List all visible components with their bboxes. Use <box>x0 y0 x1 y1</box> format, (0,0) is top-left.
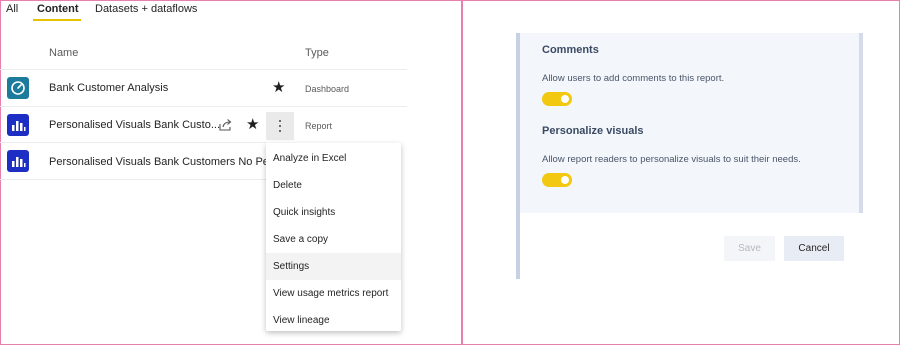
row-separator <box>0 69 407 70</box>
panel-divider <box>461 0 463 345</box>
favorite-star-icon[interactable]: ★ <box>246 117 259 132</box>
comments-description: Allow users to add comments to this repo… <box>542 73 725 84</box>
report-bar-chart-icon <box>7 150 29 172</box>
more-options-icon <box>279 120 281 132</box>
row-type: Dashboard <box>305 84 350 94</box>
settings-card-edge <box>859 33 863 213</box>
column-header-name[interactable]: Name <box>49 47 78 59</box>
comments-heading: Comments <box>542 44 599 56</box>
personalize-visuals-toggle[interactable] <box>542 173 572 187</box>
tab-datasets-dataflows[interactable]: Datasets + dataflows <box>95 3 197 15</box>
more-options-button[interactable] <box>266 112 294 140</box>
menu-item-view-lineage[interactable]: View lineage <box>266 307 401 334</box>
row-separator <box>0 179 266 180</box>
menu-item-settings[interactable]: Settings <box>266 253 401 280</box>
tab-content[interactable]: Content <box>37 3 79 15</box>
menu-item-delete[interactable]: Delete <box>266 172 401 199</box>
cancel-button[interactable]: Cancel <box>784 236 844 261</box>
column-header-type[interactable]: Type <box>305 47 329 59</box>
report-bar-chart-icon <box>7 114 29 136</box>
menu-item-view-usage-metrics-report[interactable]: View usage metrics report <box>266 280 401 307</box>
save-button[interactable]: Save <box>724 236 775 261</box>
comments-toggle[interactable] <box>542 92 572 106</box>
row-name-personalised-visuals-no-perspective[interactable]: Personalised Visuals Bank Customers No P… <box>49 156 290 168</box>
favorite-star-icon[interactable]: ★ <box>272 80 285 95</box>
toggle-knob <box>561 95 569 103</box>
row-separator <box>0 142 266 143</box>
tab-content-underline <box>33 19 81 21</box>
dashboard-gauge-icon <box>7 77 29 99</box>
tab-all[interactable]: All <box>6 3 18 15</box>
settings-card <box>520 33 859 213</box>
row-name-personalised-visuals[interactable]: Personalised Visuals Bank Custo... <box>49 119 220 131</box>
context-menu: Analyze in Excel Delete Quick insights S… <box>266 143 401 331</box>
toggle-knob <box>561 176 569 184</box>
row-separator <box>0 106 407 107</box>
personalize-visuals-heading: Personalize visuals <box>542 125 644 137</box>
row-type: Report <box>305 121 333 131</box>
personalize-visuals-description: Allow report readers to personalize visu… <box>542 154 801 165</box>
menu-item-quick-insights[interactable]: Quick insights <box>266 199 401 226</box>
row-name-bank-customer-analysis[interactable]: Bank Customer Analysis <box>49 82 168 94</box>
share-icon[interactable] <box>219 118 232 136</box>
menu-item-save-a-copy[interactable]: Save a copy <box>266 226 401 253</box>
menu-item-analyze-in-excel[interactable]: Analyze in Excel <box>266 145 401 172</box>
